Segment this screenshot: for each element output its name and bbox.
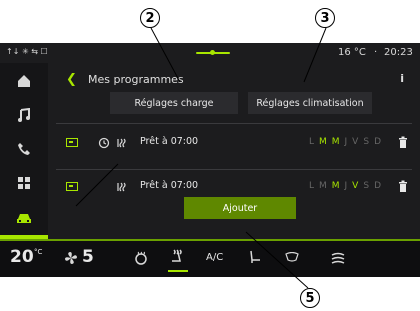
program-days: LMMJVSD [309, 137, 386, 147]
day-saturday[interactable]: S [363, 137, 374, 147]
divider [56, 123, 412, 124]
programs-panel: ❮ Mes programmes i Réglages charge Régla… [48, 63, 420, 239]
program-toggle[interactable] [66, 182, 78, 191]
seat-icon[interactable] [248, 250, 262, 264]
delete-icon[interactable] [398, 136, 408, 148]
status-bar: ↑↓ ✳ ⇆ ☐ 16 °C · 20:23 [0, 43, 420, 63]
vent-icon[interactable] [330, 251, 346, 265]
clock: 20:23 [384, 47, 413, 58]
sidebar-item-apps[interactable] [0, 165, 48, 201]
music-icon [18, 108, 30, 122]
callout-5: 5 [300, 288, 320, 308]
day-saturday[interactable]: S [363, 181, 374, 191]
sidebar-item-music[interactable] [0, 97, 48, 133]
program-row-1[interactable]: Prêt à 07:00 LMMJVSD [48, 125, 420, 161]
day-sunday[interactable]: D [374, 137, 386, 147]
sidebar-item-home[interactable] [0, 63, 48, 99]
status-separator: · [374, 47, 378, 58]
sidebar-item-phone[interactable] [0, 131, 48, 167]
ac-button[interactable]: A/C [206, 252, 223, 263]
tab-climate-settings[interactable]: Réglages climatisation [248, 92, 372, 114]
day-friday[interactable]: V [352, 137, 363, 147]
sidebar-item-vehicle[interactable] [0, 201, 48, 237]
fan-icon[interactable] [64, 251, 78, 265]
climate-icon [117, 182, 126, 192]
phone-icon [18, 143, 30, 155]
outside-temperature: 16 °C [338, 47, 366, 58]
apps-grid-icon [18, 177, 30, 189]
climate-icon [117, 138, 126, 148]
back-chevron-icon[interactable]: ❮ [66, 72, 77, 87]
temperature-unit: °C [34, 248, 43, 256]
callout-2: 2 [140, 8, 160, 28]
tab-charge-settings[interactable]: Réglages charge [110, 92, 238, 114]
program-days: LMMJVSD [309, 181, 386, 191]
climate-bar: 20 °C 5 A/C [0, 239, 420, 277]
page-title: Mes programmes [88, 73, 184, 86]
day-tuesday[interactable]: M [319, 137, 332, 147]
seat-heat-icon[interactable] [170, 249, 186, 263]
sidebar [0, 63, 48, 239]
add-program-button[interactable]: Ajouter [184, 197, 296, 219]
notification-dot [210, 50, 215, 55]
callout-3: 3 [315, 8, 335, 28]
day-tuesday[interactable]: M [319, 181, 332, 191]
home-icon [18, 75, 30, 87]
seat-heat-level [168, 270, 188, 272]
delete-icon[interactable] [398, 180, 408, 192]
steering-heat-icon[interactable] [134, 251, 148, 265]
day-monday[interactable]: L [309, 181, 319, 191]
infotainment-screen: ↑↓ ✳ ⇆ ☐ 16 °C · 20:23 ❮ Mes programmes … [0, 43, 420, 277]
program-time: Prêt à 07:00 [140, 136, 199, 147]
rear-defrost-icon[interactable] [285, 252, 299, 262]
car-icon [17, 214, 31, 223]
day-wednesday[interactable]: M [332, 181, 345, 191]
program-time: Prêt à 07:00 [140, 180, 199, 191]
clock-icon [98, 137, 110, 149]
day-wednesday[interactable]: M [332, 137, 345, 147]
fan-speed[interactable]: 5 [82, 247, 94, 267]
info-icon[interactable]: i [400, 72, 404, 85]
day-sunday[interactable]: D [374, 181, 386, 191]
day-monday[interactable]: L [309, 137, 319, 147]
status-icons: ↑↓ ✳ ⇆ ☐ [6, 47, 48, 56]
program-toggle[interactable] [66, 138, 78, 147]
temperature-setting[interactable]: 20 [10, 247, 34, 267]
day-friday[interactable]: V [352, 181, 363, 191]
